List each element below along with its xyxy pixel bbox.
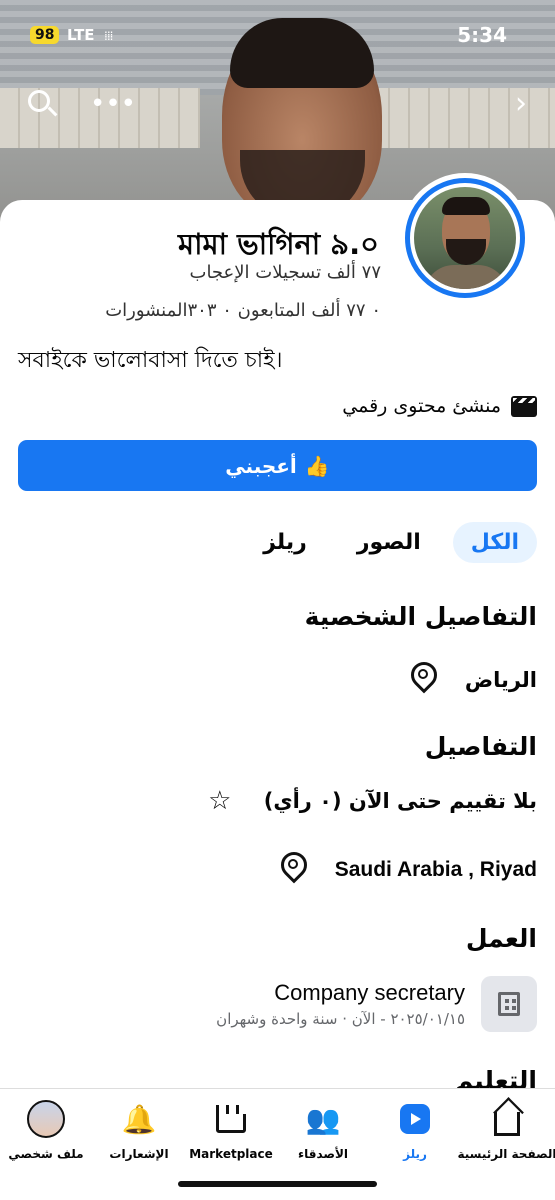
star-icon: ☆: [208, 786, 232, 816]
profile-tabs: الكل الصور ريلز: [245, 522, 537, 563]
location-pin-icon: [271, 852, 311, 887]
nav-reels[interactable]: ريلز: [365, 1099, 465, 1161]
building-icon: [481, 976, 537, 1032]
battery-indicator: 98: [30, 26, 60, 44]
more-options-icon[interactable]: •••: [90, 86, 136, 122]
friends-icon: 👥: [305, 1102, 341, 1136]
status-time: 5:34: [457, 23, 507, 47]
profile-stats[interactable]: ٠ ٧٧ ألف المتابعون ٠ ٣٠٣المنشورات: [105, 300, 381, 321]
search-button[interactable]: [24, 86, 60, 122]
tab-photos[interactable]: الصور: [339, 522, 439, 563]
rating-text: بلا تقييم حتى الآن (٠ رأي): [263, 789, 537, 813]
profile-avatar-icon: [27, 1100, 65, 1138]
home-icon: [494, 1112, 520, 1136]
location-row[interactable]: الرياض: [401, 662, 537, 697]
address-text: Saudi Arabia , Riyad: [334, 857, 537, 881]
avatar-image: [414, 187, 516, 289]
tab-reels[interactable]: ريلز: [245, 522, 325, 563]
location-text: الرياض: [464, 667, 537, 692]
nav-home[interactable]: الصفحة الرئيسية: [457, 1099, 555, 1161]
reels-icon: [400, 1104, 430, 1134]
profile-bio: সবাইকে ভালোবাসা দিতে চাই।: [18, 348, 283, 373]
clapperboard-icon: [511, 395, 537, 417]
category-label: منشئ محتوى رقمي: [342, 395, 501, 417]
details-title: التفاصيل: [424, 732, 537, 761]
nav-profile[interactable]: ملف شخصي: [0, 1099, 96, 1161]
nav-marketplace[interactable]: Marketplace: [181, 1099, 281, 1161]
status-bar: 98 LTE ⁞⁞⁞ 5:34: [0, 20, 555, 50]
marketplace-icon: [216, 1105, 246, 1133]
signal-icon: ⁞⁞⁞: [104, 29, 114, 43]
work-entry[interactable]: Company secretary ٢٠٢٥/٠١/١٥ - الآن · سن…: [216, 976, 537, 1032]
like-label: أعجبني: [225, 453, 297, 478]
network-type: LTE: [67, 26, 95, 44]
likes-count[interactable]: ٧٧ ألف تسجيلات الإعجاب: [190, 262, 382, 283]
address-row[interactable]: Saudi Arabia , Riyad: [271, 852, 537, 887]
work-title: العمل: [465, 924, 537, 953]
bell-icon: 🔔: [121, 1102, 157, 1136]
rating-row[interactable]: ☆ بلا تقييم حتى الآن (٠ رأي): [200, 786, 537, 816]
work-position: Company secretary: [274, 980, 465, 1005]
avatar[interactable]: [400, 173, 530, 303]
home-indicator[interactable]: [178, 1181, 377, 1187]
nav-notifications[interactable]: 🔔 الإشعارات: [89, 1099, 189, 1162]
tab-all[interactable]: الكل: [452, 522, 537, 563]
thumbs-up-icon: 👍: [304, 453, 330, 478]
profile-sheet: [0, 200, 555, 1090]
like-page-button[interactable]: أعجبني 👍: [18, 440, 537, 491]
work-dates: ٢٠٢٥/٠١/١٥ - الآن · سنة واحدة وشهران: [216, 1010, 465, 1028]
profile-category: منشئ محتوى رقمي: [342, 395, 537, 417]
chevron-right-icon[interactable]: ›: [503, 86, 539, 122]
personal-details-title: التفاصيل الشخصية: [304, 602, 537, 631]
nav-friends[interactable]: 👥 الأصدقاء: [273, 1099, 373, 1162]
location-pin-icon: [401, 662, 441, 697]
